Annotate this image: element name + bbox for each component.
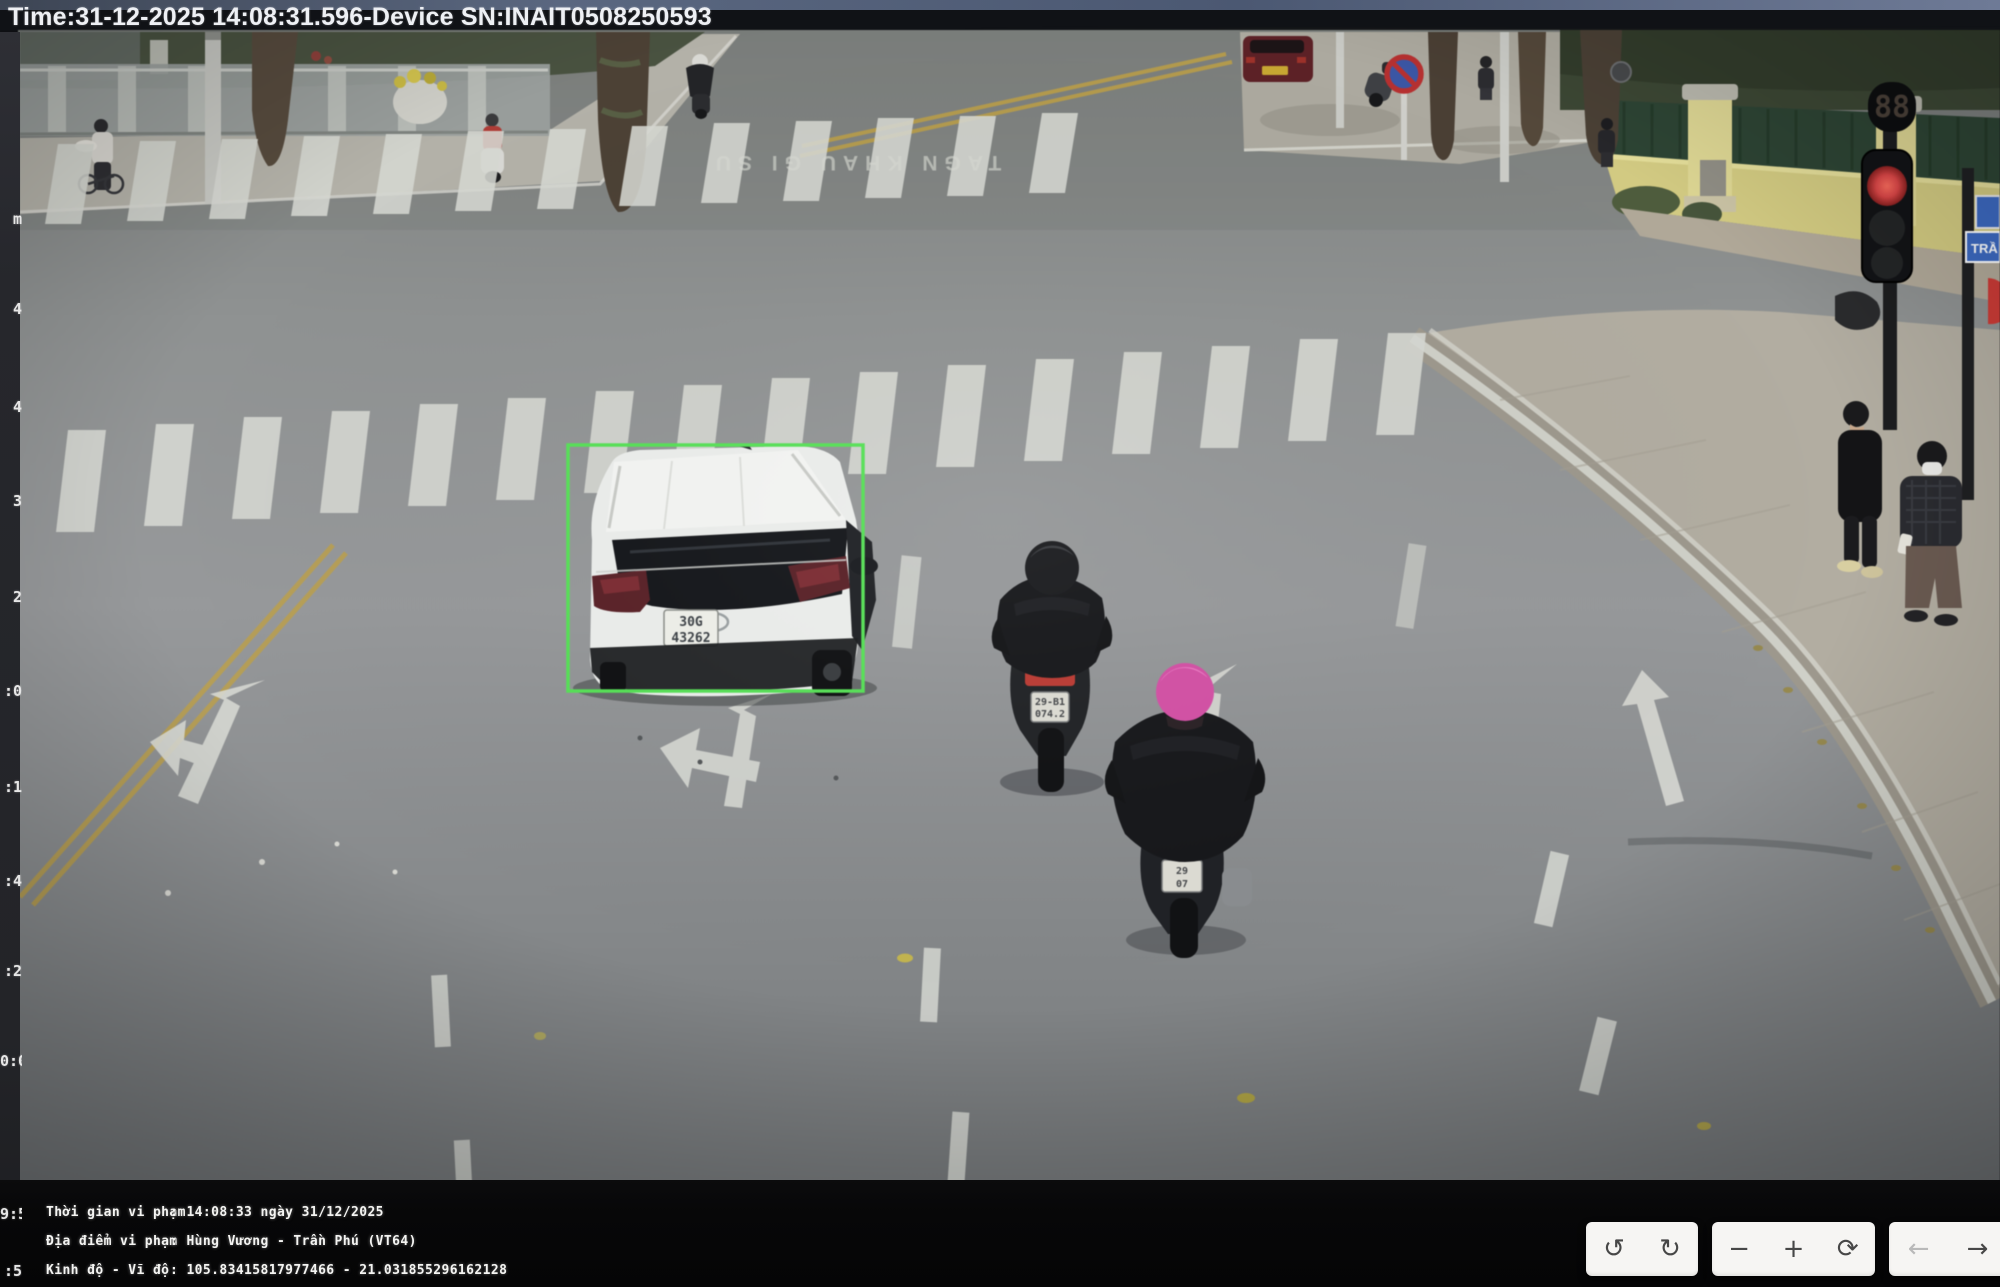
violation-info-bar: Thời gian vi phạm: 14:08:33 ngày 31/12/2… [0, 1180, 2000, 1287]
clipped-side-text: 4 [0, 300, 22, 318]
clipped-side-text: 3 [0, 492, 22, 510]
clipped-side-text: 2 [0, 588, 22, 606]
violation-coordinates-row: Kinh độ - Vĩ độ: 105.83415817977466 - 21… [46, 1256, 507, 1285]
violation-time-value: : 14:08:33 ngày 31/12/2025 [170, 1205, 384, 1220]
zoom-in-button[interactable]: + [1771, 1222, 1815, 1276]
clipped-side-text: m [0, 210, 22, 228]
photo-vignette [0, 30, 2000, 1182]
violation-location-row: Địa điểm vi phạm: Hùng Vương - Trần Phú … [46, 1227, 507, 1256]
rotate-button-group: ↺ ↻ [1586, 1222, 1698, 1276]
violation-details: Thời gian vi phạm: 14:08:33 ngày 31/12/2… [46, 1198, 507, 1285]
clipped-side-text: 0:0 [0, 1052, 22, 1070]
violation-coordinates-label: Kinh độ - Vĩ độ [46, 1263, 170, 1278]
navigation-button-group: ← → [1889, 1222, 2000, 1276]
previous-image-button[interactable]: ← [1897, 1222, 1941, 1276]
clipped-side-text: :0 [0, 682, 22, 700]
zoom-button-group: − + ⟳ [1712, 1222, 1875, 1276]
image-toolbar: ↺ ↻ − + ⟳ ← → [1586, 1222, 2000, 1276]
reset-view-button[interactable]: ⟳ [1826, 1222, 1870, 1276]
clipped-side-text: 4 [0, 398, 22, 416]
clipped-side-text: :4 [0, 872, 22, 890]
zoom-out-button[interactable]: − [1717, 1222, 1761, 1276]
clipped-side-text: :1 [0, 778, 22, 796]
clipped-side-text: :2 [0, 962, 22, 980]
violation-coordinates-value: : 105.83415817977466 - 21.03185529616212… [170, 1263, 507, 1278]
camera-image-viewport[interactable]: TAGN KHAU GI SU [0, 0, 2000, 1287]
next-image-button[interactable]: → [1956, 1222, 2000, 1276]
clipped-side-text: :5 [0, 1262, 22, 1280]
rotate-right-button[interactable]: ↻ [1648, 1222, 1692, 1276]
clipped-side-text: 9:5 [0, 1205, 22, 1223]
rotate-left-button[interactable]: ↺ [1592, 1222, 1636, 1276]
violation-time-row: Thời gian vi phạm: 14:08:33 ngày 31/12/2… [46, 1198, 507, 1227]
violation-time-label: Thời gian vi phạm [46, 1205, 170, 1220]
violation-location-label: Địa điểm vi phạm [46, 1234, 170, 1249]
violation-review-window: Time:31-12-2025 14:08:31.596-Device SN:I… [0, 0, 2000, 1287]
violation-location-value: : Hùng Vương - Trần Phú (VT64) [170, 1234, 417, 1249]
